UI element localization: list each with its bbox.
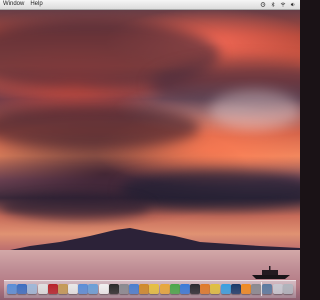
documents-stack-icon[interactable] xyxy=(272,284,283,294)
photo-booth-icon[interactable] xyxy=(47,284,58,294)
firefox-icon[interactable] xyxy=(200,284,211,294)
dock xyxy=(4,280,296,298)
photoshop-icon[interactable] xyxy=(230,284,241,294)
keynote-icon[interactable] xyxy=(179,284,190,294)
imovie-icon[interactable] xyxy=(149,284,160,294)
boat xyxy=(252,266,290,279)
terminal-icon[interactable] xyxy=(108,284,119,294)
address-book-icon[interactable] xyxy=(57,284,68,294)
textedit-icon[interactable] xyxy=(98,284,109,294)
mail-icon[interactable] xyxy=(27,284,38,294)
downloads-stack-icon[interactable] xyxy=(262,284,273,294)
chrome-icon[interactable] xyxy=(210,284,221,294)
cloud xyxy=(0,105,200,150)
menu-bar: Window Help xyxy=(0,0,300,10)
utilities-icon[interactable] xyxy=(251,284,262,294)
wifi-icon[interactable] xyxy=(280,2,286,7)
cloud xyxy=(210,90,300,130)
dashboard-icon[interactable] xyxy=(190,284,201,294)
pages-icon[interactable] xyxy=(159,284,170,294)
compass-icon[interactable] xyxy=(17,284,28,294)
cloud xyxy=(0,195,150,220)
skype-icon[interactable] xyxy=(220,284,231,294)
calendar-icon[interactable] xyxy=(37,284,48,294)
vlc-icon[interactable] xyxy=(240,284,251,294)
app-store-icon[interactable] xyxy=(129,284,140,294)
bluetooth-icon[interactable] xyxy=(270,2,276,7)
menu-window[interactable]: Window xyxy=(0,0,27,9)
system-preferences-icon[interactable] xyxy=(118,284,129,294)
itunes-icon[interactable] xyxy=(78,284,89,294)
menu-status-area xyxy=(260,2,300,7)
numbers-icon[interactable] xyxy=(169,284,180,294)
trash-icon[interactable] xyxy=(282,284,293,294)
preview-icon[interactable] xyxy=(68,284,79,294)
menu-help[interactable]: Help xyxy=(27,0,45,9)
volume-icon[interactable] xyxy=(290,2,296,7)
finder-icon[interactable] xyxy=(7,284,17,294)
desktop-wallpaper xyxy=(0,0,300,300)
iphoto-icon[interactable] xyxy=(88,284,99,294)
time-machine-icon[interactable] xyxy=(260,2,266,7)
garageband-icon[interactable] xyxy=(139,284,150,294)
